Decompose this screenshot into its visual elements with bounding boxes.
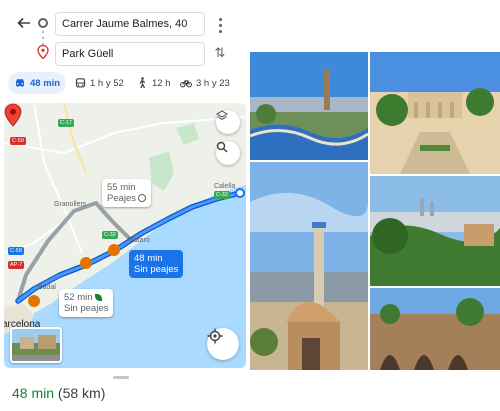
callout-note: Sin peajes <box>134 264 179 275</box>
origin-circle-icon <box>38 18 48 28</box>
street-view-image <box>12 329 60 361</box>
transit-icon <box>74 77 86 89</box>
mode-transit-label: 1 h y 52 <box>90 77 124 89</box>
car-icon <box>14 77 26 89</box>
maps-directions-panel: Carrer Jaume Balmes, 40 Park Güell ⇅ 48 … <box>0 0 248 411</box>
road-shield: C-32 <box>214 191 230 199</box>
route-summary[interactable]: 48 min (58 km) <box>12 385 105 401</box>
back-button[interactable] <box>14 13 34 33</box>
photo-image <box>370 52 500 174</box>
place-label: Granollers <box>54 201 87 208</box>
mode-bike-label: 3 h y 23 <box>196 77 230 89</box>
callout-time: 48 min <box>134 253 163 264</box>
photo-mosaic-bench[interactable] <box>250 52 368 160</box>
search-icon <box>216 141 228 153</box>
destination-input[interactable]: Park Güell <box>55 42 205 66</box>
search-along-route-button[interactable] <box>216 141 240 165</box>
road-shield: C-32 <box>102 231 118 239</box>
place-label: Mataró <box>128 237 150 244</box>
place-label: Badal <box>38 284 56 291</box>
best-route-callout[interactable]: 48 min Sin peajes <box>129 250 184 278</box>
travel-mode-bar: 48 min 1 h y 52 12 h 3 h y 23 <box>0 72 248 94</box>
route-map[interactable]: C-17 C-59 C-32 C-32 C-58 AP-7 Granollers… <box>4 103 246 368</box>
swap-icon[interactable]: ⇅ <box>212 44 228 62</box>
route-dots-icon <box>42 31 44 45</box>
callout-note: Peajes <box>107 193 137 204</box>
place-label: Calella <box>214 183 236 190</box>
alt-route-free-callout[interactable]: 52 min Sin peajes <box>59 289 114 317</box>
layers-button[interactable] <box>216 110 240 134</box>
photo-image <box>370 176 500 286</box>
street-view-thumbnail[interactable] <box>10 327 62 363</box>
bike-icon <box>180 77 192 89</box>
screenshot: Carrer Jaume Balmes, 40 Park Güell ⇅ 48 … <box>0 0 500 411</box>
destination-marker-icon <box>4 103 22 127</box>
road-shield: C-17 <box>58 119 74 127</box>
road-shield: C-59 <box>10 137 26 145</box>
mode-walk-tab[interactable]: 12 h <box>136 72 171 94</box>
arrow-left-icon <box>17 17 30 29</box>
origin-input[interactable]: Carrer Jaume Balmes, 40 <box>55 12 205 36</box>
mode-walk-label: 12 h <box>152 77 171 89</box>
alt-route-toll-callout[interactable]: 55 min Peajes <box>102 179 152 207</box>
toll-icon <box>138 194 147 203</box>
route-duration: 48 min <box>12 385 55 401</box>
mode-bike-tab[interactable]: 3 h y 23 <box>180 72 230 94</box>
photo-stone-arches[interactable] <box>370 288 500 370</box>
road-shield: C-58 <box>8 247 24 255</box>
photo-gatehouse-tower[interactable] <box>250 162 368 370</box>
photo-image <box>370 288 500 370</box>
park-guell-photo-grid <box>250 52 500 370</box>
more-options-button[interactable] <box>214 16 226 34</box>
road-shield: AP-7 <box>8 261 25 269</box>
photo-dragon-stairway[interactable] <box>370 52 500 174</box>
mode-transit-tab[interactable]: 1 h y 52 <box>74 72 124 94</box>
mode-car-tab[interactable]: 48 min <box>8 72 66 94</box>
callout-time: 55 min <box>107 182 136 193</box>
bottom-sheet-handle[interactable] <box>113 376 129 379</box>
photo-city-view[interactable] <box>370 176 500 286</box>
route-distance: (58 km) <box>57 385 106 401</box>
callout-note: Sin peajes <box>64 303 109 314</box>
photo-image <box>250 52 368 160</box>
my-location-button[interactable] <box>207 328 239 360</box>
callout-time: 52 min <box>64 292 93 303</box>
walk-icon <box>136 77 148 89</box>
photo-image <box>250 162 368 370</box>
crosshair-icon <box>207 328 223 344</box>
mode-car-label: 48 min <box>30 77 61 89</box>
eco-leaf-icon <box>94 293 102 301</box>
layers-icon <box>216 110 228 120</box>
destination-pin-icon <box>37 45 49 59</box>
